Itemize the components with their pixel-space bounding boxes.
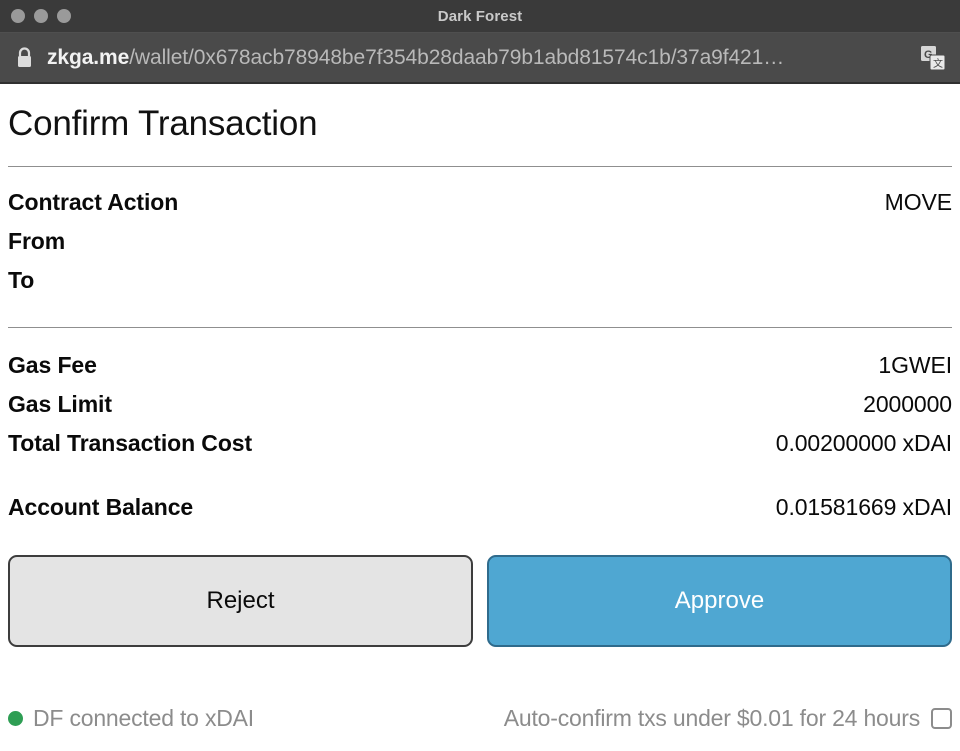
table-row: To <box>8 267 952 306</box>
row-label: Contract Action <box>8 189 178 216</box>
row-value: 2000000 <box>863 391 952 418</box>
gas-details-section: Gas Fee 1GWEI Gas Limit 2000000 Total Tr… <box>8 328 952 533</box>
auto-confirm-control[interactable]: Auto-confirm txs under $0.01 for 24 hour… <box>504 705 952 732</box>
table-row: From <box>8 228 952 267</box>
lock-icon <box>16 47 33 68</box>
account-balance-row: Account Balance 0.01581669 xDAI <box>8 494 952 533</box>
row-value: 1GWEI <box>878 352 952 379</box>
auto-confirm-checkbox[interactable] <box>931 708 952 729</box>
row-label: To <box>8 267 34 294</box>
transaction-details-section: Contract Action MOVE From To <box>8 167 952 306</box>
reject-button[interactable]: Reject <box>8 555 473 647</box>
window-title: Dark Forest <box>0 8 960 25</box>
google-translate-icon[interactable]: G 文 <box>920 45 946 71</box>
spacer <box>8 469 952 494</box>
table-row: Contract Action MOVE <box>8 189 952 228</box>
footer-bar: DF connected to xDAI Auto-confirm txs un… <box>8 697 952 751</box>
connection-status: DF connected to xDAI <box>8 705 254 732</box>
url-host: zkga.me <box>47 46 129 69</box>
table-row: Total Transaction Cost 0.00200000 xDAI <box>8 430 952 469</box>
browser-url-bar[interactable]: zkga.me/wallet/0x678acb78948be7f354b28da… <box>0 32 960 84</box>
window-titlebar: Dark Forest <box>0 0 960 32</box>
table-row: Gas Fee 1GWEI <box>8 352 952 391</box>
url-text[interactable]: zkga.me/wallet/0x678acb78948be7f354b28da… <box>47 46 908 70</box>
row-value: 0.01581669 xDAI <box>776 494 952 521</box>
approve-button[interactable]: Approve <box>487 555 952 647</box>
row-label: From <box>8 228 65 255</box>
maximize-button[interactable] <box>57 9 71 23</box>
confirm-transaction-page: Confirm Transaction Contract Action MOVE… <box>0 84 960 751</box>
row-label: Total Transaction Cost <box>8 430 252 457</box>
traffic-lights <box>11 9 71 23</box>
table-row: Gas Limit 2000000 <box>8 391 952 430</box>
url-path: /wallet/0x678acb78948be7f354b28daab79b1a… <box>129 46 784 69</box>
row-label: Gas Fee <box>8 352 97 379</box>
minimize-button[interactable] <box>34 9 48 23</box>
connection-label: DF connected to xDAI <box>33 705 254 732</box>
auto-confirm-label: Auto-confirm txs under $0.01 for 24 hour… <box>504 705 920 732</box>
action-buttons: Reject Approve <box>8 555 952 647</box>
row-value: MOVE <box>885 189 952 216</box>
row-label: Gas Limit <box>8 391 112 418</box>
row-value: 0.00200000 xDAI <box>776 430 952 457</box>
close-button[interactable] <box>11 9 25 23</box>
page-title: Confirm Transaction <box>8 84 952 166</box>
status-dot-icon <box>8 711 23 726</box>
svg-text:文: 文 <box>933 57 943 70</box>
row-label: Account Balance <box>8 494 193 521</box>
